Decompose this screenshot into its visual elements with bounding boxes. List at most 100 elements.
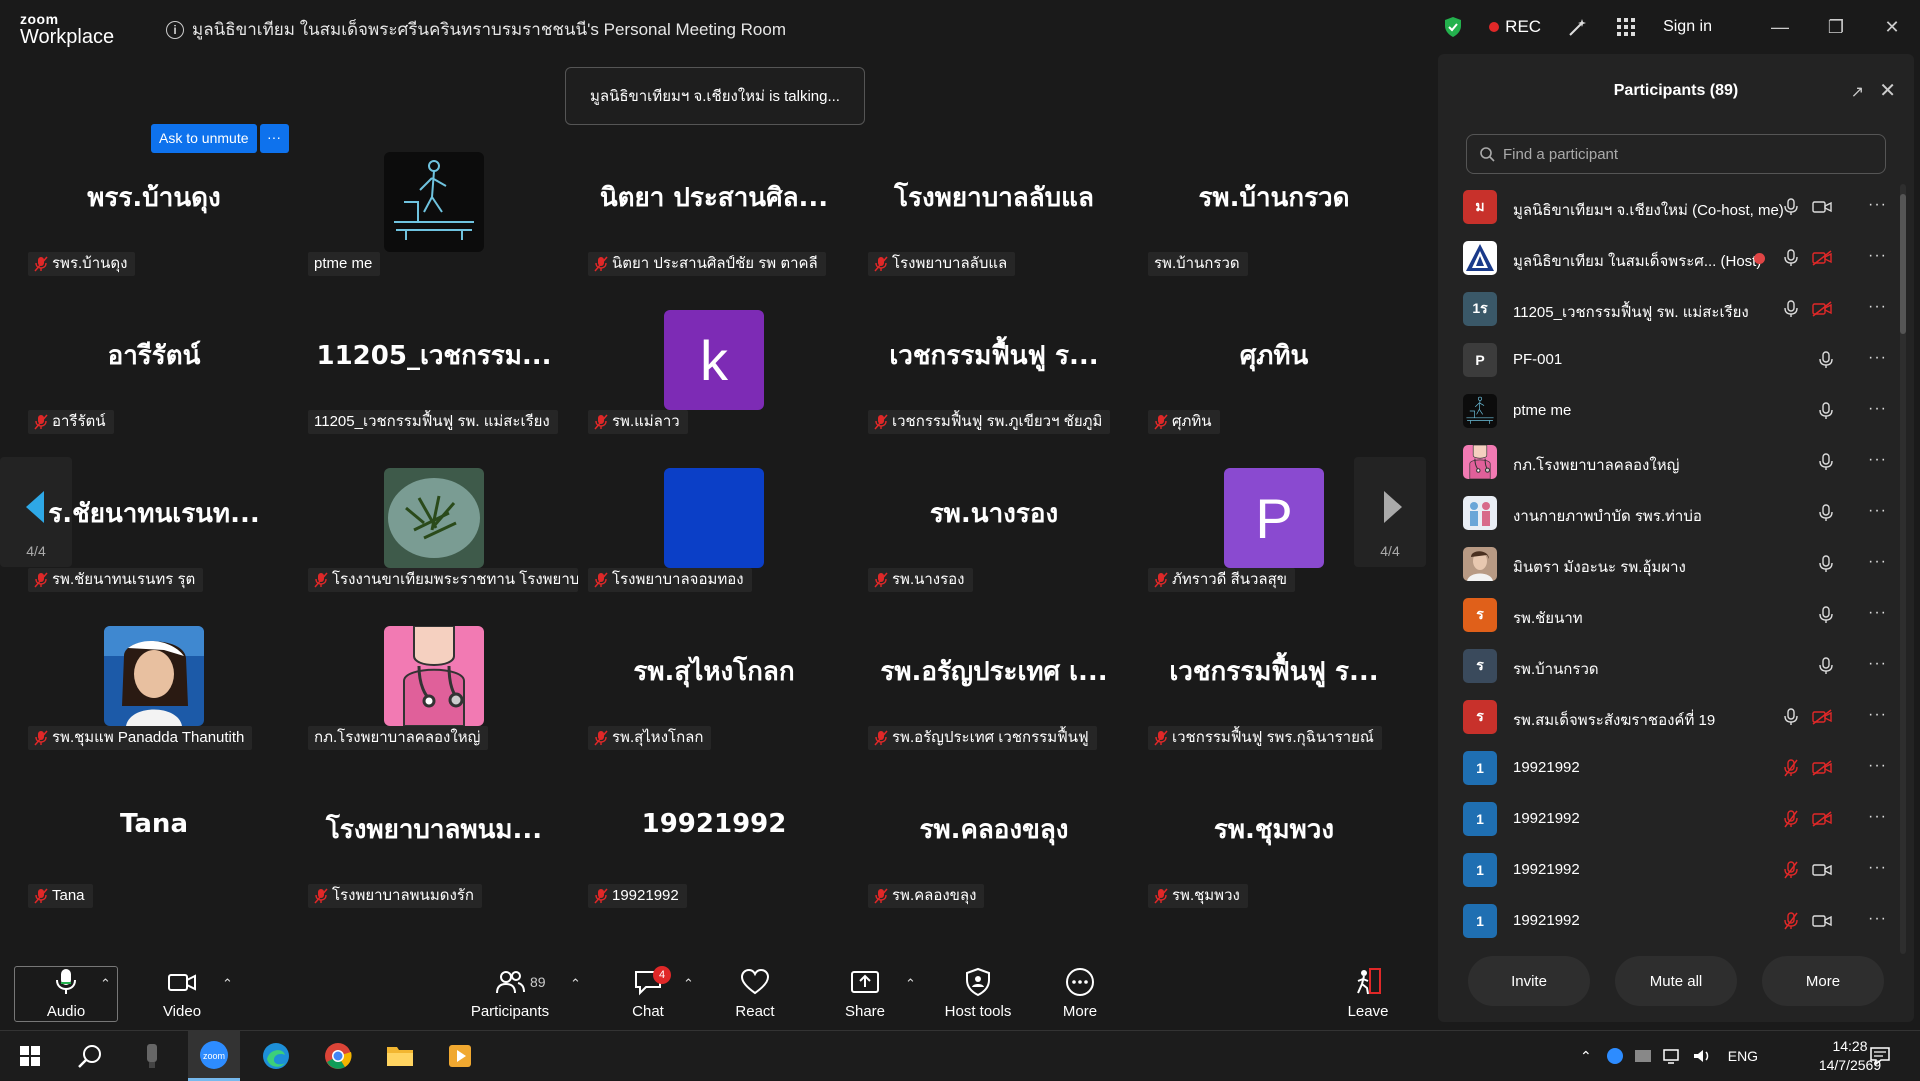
invite-button[interactable]: Invite <box>1468 956 1590 1006</box>
participant-tile[interactable]: รพ.อรัญประเทศ เ... รพ.อรัญประเทศ เวชกรรมฟ… <box>854 626 1134 784</box>
chat-button[interactable]: Chat <box>618 956 678 1030</box>
participant-tile[interactable]: รพ.บ้านกรวด รพ.บ้านกรวด <box>1134 152 1414 310</box>
participant-row[interactable]: 1 19921992 ··· <box>1438 743 1898 794</box>
participant-tile[interactable]: รพ.คลองขลุง รพ.คลองขลุง <box>854 784 1134 942</box>
panel-scrollbar[interactable] <box>1900 184 1906 954</box>
participant-tile[interactable]: โรงงานขาเทียมพระราชทาน โรงพยาบาล... <box>294 468 578 626</box>
participant-tile[interactable]: 19921992 19921992 <box>574 784 854 942</box>
participant-tile[interactable]: นิตยา ประสานศิล... นิตยา ประสานศิลป์ชัย ร… <box>574 152 854 310</box>
participant-tile[interactable]: รพ.ชุมพวง รพ.ชุมพวง <box>1134 784 1414 942</box>
participant-more-icon[interactable]: ··· <box>1868 247 1887 265</box>
participants-caret-icon[interactable]: ⌃ <box>570 976 581 992</box>
audio-button[interactable]: Audio <box>14 956 118 1030</box>
notifications-button[interactable] <box>1854 1031 1906 1081</box>
participant-row[interactable]: มูลนิธิขาเทียม ในสมเด็จพระศ... (Host) ··· <box>1438 233 1898 284</box>
participant-tile[interactable]: ptme me <box>294 152 574 310</box>
zoom-tray-icon[interactable] <box>1606 1047 1624 1065</box>
participant-tile[interactable]: โรงพยาบาลจอมทอง <box>574 468 854 626</box>
info-icon[interactable]: i <box>166 20 184 39</box>
mic-on-icon[interactable] <box>1783 300 1799 318</box>
input-language[interactable]: ENG <box>1728 1048 1758 1064</box>
participant-row[interactable]: มินตรา มังอะนะ รพ.อุ้มผาง ··· <box>1438 539 1898 590</box>
restore-icon[interactable]: ❐ <box>1808 0 1864 54</box>
ask-more-button[interactable]: ··· <box>259 124 289 153</box>
wand-icon[interactable] <box>1567 16 1589 38</box>
taskbar-media-app[interactable] <box>434 1031 486 1081</box>
mic-on-icon[interactable] <box>1818 402 1834 420</box>
mic-on-icon[interactable] <box>1783 198 1799 216</box>
participant-row[interactable]: 1 19921992 ··· <box>1438 794 1898 845</box>
participant-row[interactable]: 1ร 11205_เวชกรรมฟื้นฟู รพ. แม่สะเรียง ··· <box>1438 284 1898 335</box>
camera-off-icon[interactable] <box>1812 301 1832 317</box>
host-tools-button[interactable]: Host tools <box>938 956 1018 1030</box>
participant-more-icon[interactable]: ··· <box>1868 655 1887 673</box>
taskbar-chrome-app[interactable] <box>312 1031 364 1081</box>
participant-row[interactable]: ม มูลนิธิขาเทียมฯ จ.เชียงใหม่ (Co-host, m… <box>1438 182 1898 233</box>
minimize-icon[interactable]: — <box>1752 0 1808 54</box>
mic-on-icon[interactable] <box>1818 606 1834 624</box>
participant-row[interactable]: ร รพ.ชัยนาท ··· <box>1438 590 1898 641</box>
participant-tile[interactable]: รพ.ชุมแพ Panadda Thanutith <box>14 626 294 784</box>
participant-row[interactable]: P PF-001 ··· <box>1438 335 1898 386</box>
participant-tile[interactable]: โรงพยาบาลลับแล โรงพยาบาลลับแล <box>854 152 1134 310</box>
search-taskbar-button[interactable] <box>64 1031 116 1081</box>
participant-tile[interactable]: โรงพยาบาลพนม... โรงพยาบาลพนมดงรัก <box>294 784 574 942</box>
panel-more-button[interactable]: More <box>1762 956 1884 1006</box>
participant-more-icon[interactable]: ··· <box>1868 553 1887 571</box>
more-button[interactable]: More <box>1050 956 1110 1030</box>
participant-more-icon[interactable]: ··· <box>1868 196 1887 214</box>
sign-in-button[interactable]: Sign in <box>1663 18 1712 36</box>
taskbar-edge-app[interactable] <box>250 1031 302 1081</box>
start-button[interactable] <box>4 1031 56 1081</box>
mic-muted-icon[interactable] <box>1783 759 1799 777</box>
participant-tile[interactable]: เวชกรรมฟื้นฟู ร... เวชกรรมฟื้นฟู รพ.ภูเขี… <box>854 310 1134 468</box>
taskbar-explorer-app[interactable] <box>374 1031 426 1081</box>
participant-more-icon[interactable]: ··· <box>1868 859 1887 877</box>
mic-on-icon[interactable] <box>1783 249 1799 267</box>
camera-off-icon[interactable] <box>1812 760 1832 776</box>
participant-more-icon[interactable]: ··· <box>1868 604 1887 622</box>
participant-tile[interactable]: 11205_เวชกรรม... 11205_เวชกรรมฟื้นฟู รพ. … <box>294 310 574 468</box>
network-icon[interactable] <box>1662 1047 1682 1065</box>
mic-on-icon[interactable] <box>1818 351 1834 369</box>
volume-icon[interactable] <box>1692 1047 1712 1065</box>
apps-grid-icon[interactable] <box>1615 16 1637 38</box>
participant-tile[interactable]: Tana Tana <box>14 784 294 942</box>
share-caret-icon[interactable]: ⌃ <box>905 976 916 992</box>
participant-tile[interactable]: k รพ.แม่ลาว <box>574 310 854 468</box>
mute-all-button[interactable]: Mute all <box>1615 956 1737 1006</box>
participants-button[interactable]: Participants <box>460 956 560 1030</box>
participant-tile[interactable]: P ภัทราวดี สีนวลสุข <box>1134 468 1414 626</box>
participant-more-icon[interactable]: ··· <box>1868 706 1887 724</box>
mic-muted-icon[interactable] <box>1783 861 1799 879</box>
participant-tile[interactable]: พรร.บ้านดุง รพร.บ้านดุง <box>14 152 294 310</box>
camera-on-icon[interactable] <box>1812 913 1832 929</box>
taskbar-zoom-app[interactable]: zoom <box>188 1031 240 1081</box>
search-input[interactable] <box>1503 145 1863 163</box>
participant-tile[interactable]: กภ.โรงพยาบาลคลองใหญ่ <box>294 626 574 784</box>
camera-off-icon[interactable] <box>1812 250 1832 266</box>
mic-on-icon[interactable] <box>1818 453 1834 471</box>
share-button[interactable]: Share <box>835 956 895 1030</box>
mic-muted-icon[interactable] <box>1783 810 1799 828</box>
participant-row[interactable]: งานกายภาพบำบัด รพร.ท่าบ่อ ··· <box>1438 488 1898 539</box>
participant-more-icon[interactable]: ··· <box>1868 349 1887 367</box>
mic-muted-icon[interactable] <box>1783 912 1799 930</box>
participant-row[interactable]: ร รพ.สมเด็จพระสังฆราชองค์ที่ 19 ··· <box>1438 692 1898 743</box>
participant-more-icon[interactable]: ··· <box>1868 757 1887 775</box>
participant-more-icon[interactable]: ··· <box>1868 910 1887 928</box>
participant-more-icon[interactable]: ··· <box>1868 298 1887 316</box>
participant-tile[interactable]: รพ.นางรอง รพ.นางรอง <box>854 468 1134 626</box>
panel-close-icon[interactable]: ✕ <box>1879 78 1896 103</box>
leave-button[interactable]: Leave <box>1338 956 1398 1030</box>
participant-tile[interactable]: ศุภทิน ศุภทิน <box>1134 310 1414 468</box>
participant-more-icon[interactable]: ··· <box>1868 502 1887 520</box>
mic-on-icon[interactable] <box>1783 708 1799 726</box>
mic-on-icon[interactable] <box>1818 504 1834 522</box>
video-button[interactable]: Video <box>142 956 222 1030</box>
camera-off-icon[interactable] <box>1812 811 1832 827</box>
camera-on-icon[interactable] <box>1812 862 1832 878</box>
participant-row[interactable]: ptme me ··· <box>1438 386 1898 437</box>
tray-expand-icon[interactable]: ⌃ <box>1580 1048 1592 1065</box>
taskbar-mic-app[interactable] <box>126 1031 178 1081</box>
